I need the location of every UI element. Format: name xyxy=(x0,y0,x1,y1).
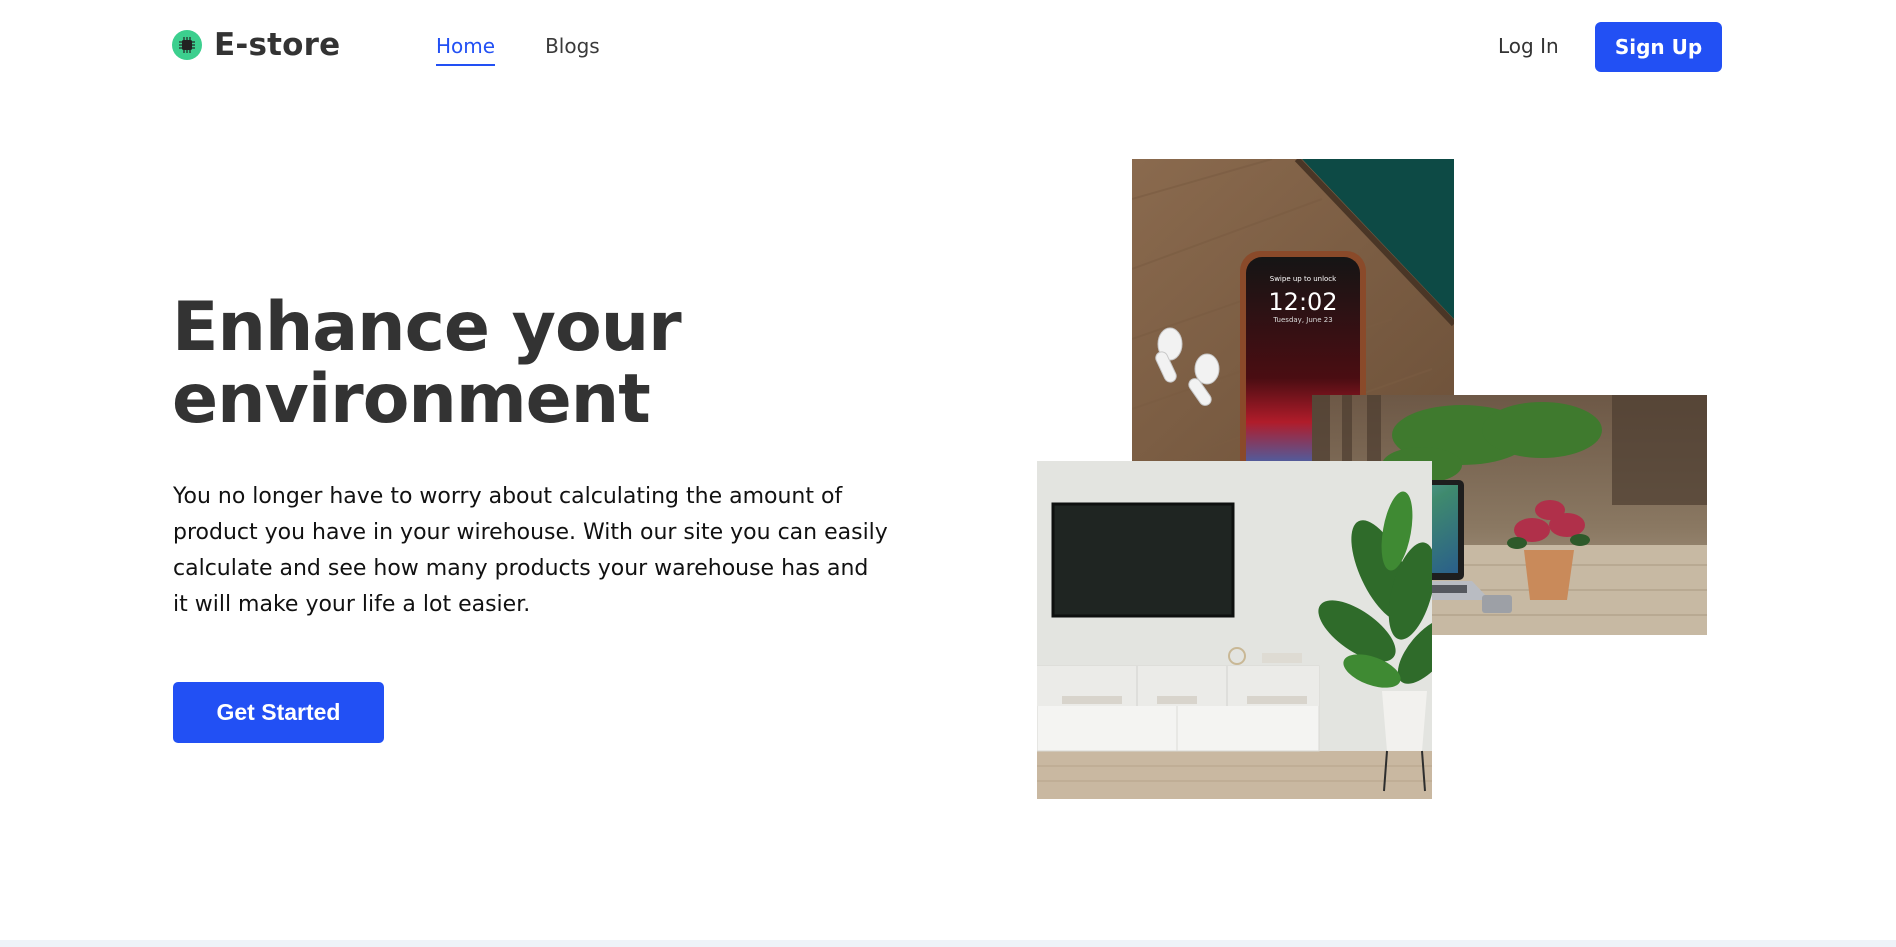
phone-date: Tuesday, June 23 xyxy=(1272,316,1332,324)
hero-title: Enhance your environment xyxy=(172,292,872,436)
login-link[interactable]: Log In xyxy=(1498,34,1559,58)
tv-room-photo xyxy=(1037,461,1432,799)
main-nav: Home Blogs xyxy=(436,34,650,66)
nav-link-home[interactable]: Home xyxy=(436,34,496,66)
brand[interactable]: E-store xyxy=(172,27,340,63)
bottom-strip xyxy=(0,940,1896,947)
phone-lock-text: Swipe up to unlock xyxy=(1270,275,1337,283)
phone-time: 12:02 xyxy=(1268,288,1337,316)
chip-icon xyxy=(172,30,202,60)
hero-title-line2: environment xyxy=(172,360,651,439)
navbar: E-store Home Blogs Log In Sign Up xyxy=(0,0,1896,94)
brand-name: E-store xyxy=(214,27,341,63)
hero-description: You no longer have to worry about calcul… xyxy=(173,484,888,617)
signup-button[interactable]: Sign Up xyxy=(1595,22,1722,72)
get-started-button[interactable]: Get Started xyxy=(173,682,384,743)
nav-link-blogs[interactable]: Blogs xyxy=(545,34,600,66)
hero-title-line1: Enhance your xyxy=(172,288,682,367)
